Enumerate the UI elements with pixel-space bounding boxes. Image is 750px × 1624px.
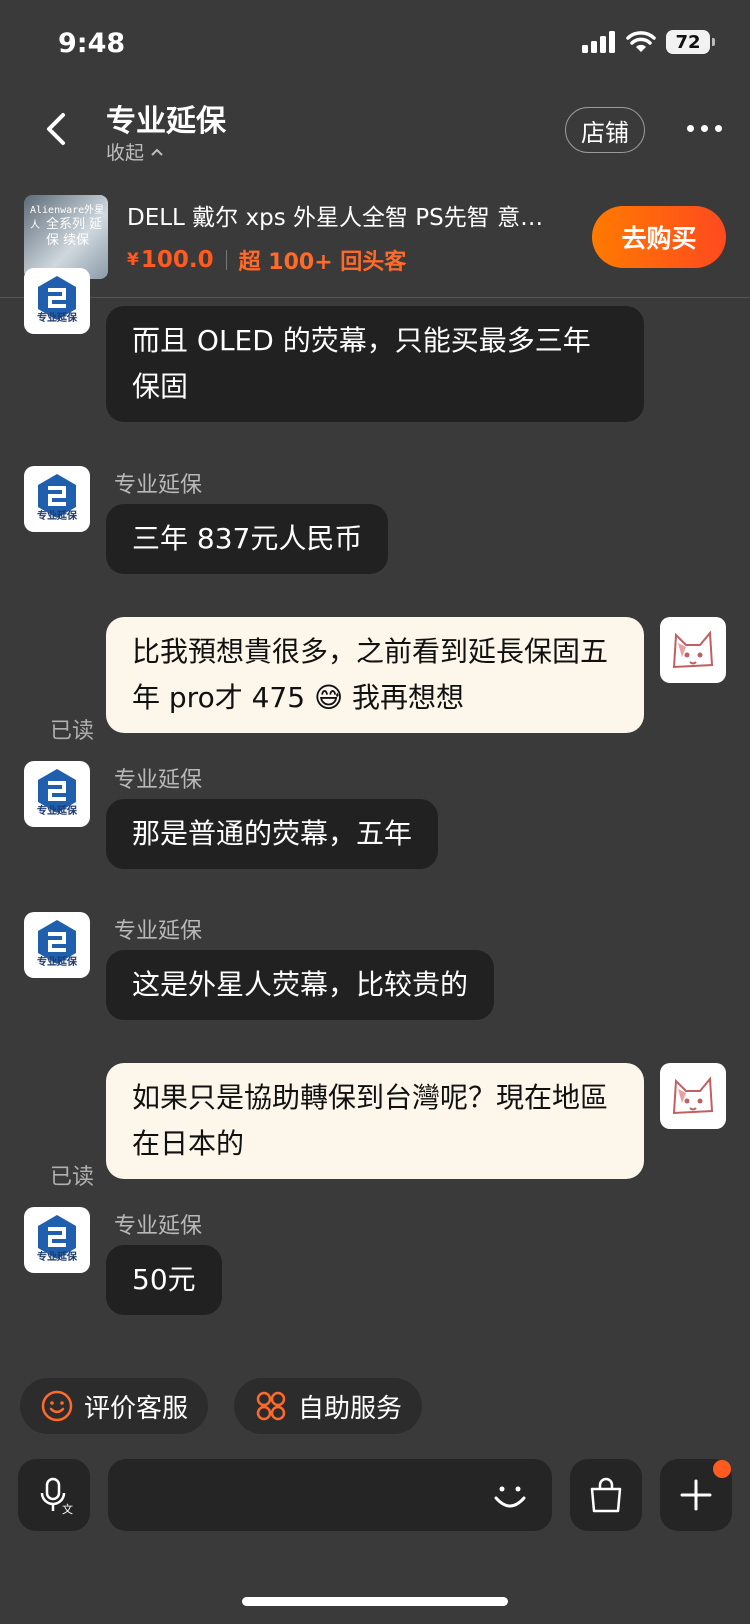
shopping-bag-button[interactable] [570,1459,642,1531]
message-bubble[interactable]: 50元 [106,1245,222,1315]
agent-logo-text: 专业延保 [37,511,77,522]
read-receipt: 已读 [50,1165,95,1190]
agent-avatar[interactable]: 专业延保 [24,466,90,532]
wifi-icon [626,31,656,52]
shopping-bag-icon [590,1477,622,1513]
price-value: 100.0 [140,247,214,273]
agent-avatar[interactable]: 专业延保 [24,912,90,978]
message-bubble[interactable]: 那是普通的荧幕，五年 [106,799,439,869]
agent-logo-icon [38,276,76,320]
chat-title: 专业延保 [106,104,226,139]
agent-avatar[interactable]: 专业延保 [24,761,90,827]
product-price-row: ¥ 100.0 超 100+ 回头客 [127,244,406,276]
microphone-icon: 文 [40,1477,73,1515]
self-service-chip[interactable]: 自助服务 [234,1378,423,1434]
battery-indicator: 72 [666,30,715,54]
message-bubble-user[interactable]: 比我預想貴很多，之前看到延長保固五年 pro才 475 😅 我再想想 [106,617,644,733]
emoji-icon [494,1486,526,1508]
agent-logo-icon [38,474,76,518]
status-indicators: 72 [582,30,715,54]
message-bubble[interactable]: 这是外星人荧幕，比较贵的 [106,950,495,1020]
agent-logo-icon [38,1215,76,1259]
cat-avatar-icon [672,1076,714,1115]
message-bubble[interactable]: 而且 OLED 的荧幕，只能买最多三年保固 [106,306,644,422]
buy-button[interactable]: 去购买 [592,206,726,268]
sender-name: 专业延保 [114,473,203,498]
price-divider [225,250,227,270]
back-button[interactable] [36,104,76,154]
product-name[interactable]: DELL 戴尔 xps 外星人全智 PS先智 意… [127,198,597,232]
sender-name: 专业延保 [114,1214,203,1239]
shop-button[interactable]: 店铺 [565,107,645,153]
product-thumbnail[interactable]: Alienware外星人 全系列 延保 续保 [24,195,108,279]
status-time: 9:48 [58,28,126,59]
more-options-icon[interactable] [687,125,722,132]
message-input[interactable] [108,1459,552,1531]
agent-avatar[interactable]: 专业延保 [24,268,90,334]
sender-name: 专业延保 [114,768,203,793]
sender-name: 专业延保 [114,919,203,944]
chevron-left-icon [47,113,65,145]
thumbnail-service-text: 全系列 延保 续保 [46,217,103,248]
message-bubble[interactable]: 三年 837元人民币 [106,504,389,574]
agent-logo-text: 专业延保 [37,313,77,324]
chip-label: 评价客服 [84,1393,189,1424]
svg-text:文: 文 [62,1502,73,1515]
read-receipt: 已读 [50,719,95,744]
collapse-toggle[interactable]: 收起 [106,138,164,165]
agent-logo-icon [38,769,76,813]
message-bubble-user[interactable]: 如果只是協助轉保到台灣呢？現在地區在日本的 [106,1063,644,1179]
voice-input-button[interactable]: 文 [18,1459,90,1531]
agent-avatar[interactable]: 专业延保 [24,1207,90,1273]
price-currency: ¥ [127,250,139,270]
user-avatar[interactable] [660,1063,726,1129]
user-avatar[interactable] [660,617,726,683]
agent-logo-text: 专业延保 [37,957,77,968]
rate-service-chip[interactable]: 评价客服 [20,1378,209,1434]
emoji-button[interactable] [488,1474,532,1518]
cellular-signal-icon [582,31,615,53]
home-indicator[interactable] [242,1597,508,1606]
smiley-icon [41,1390,73,1422]
chevron-up-icon [151,148,163,156]
agent-logo-text: 专业延保 [37,806,77,817]
plus-icon [680,1479,712,1511]
agent-logo-text: 专业延保 [37,1252,77,1263]
notification-dot [713,1460,731,1478]
repeat-customer-tag: 超 100+ 回头客 [238,250,407,275]
battery-level: 72 [675,31,701,53]
agent-logo-icon [38,920,76,964]
collapse-label: 收起 [106,142,145,164]
chip-label: 自助服务 [298,1393,403,1424]
service-grid-icon [256,1391,286,1421]
cat-avatar-icon [672,630,714,669]
